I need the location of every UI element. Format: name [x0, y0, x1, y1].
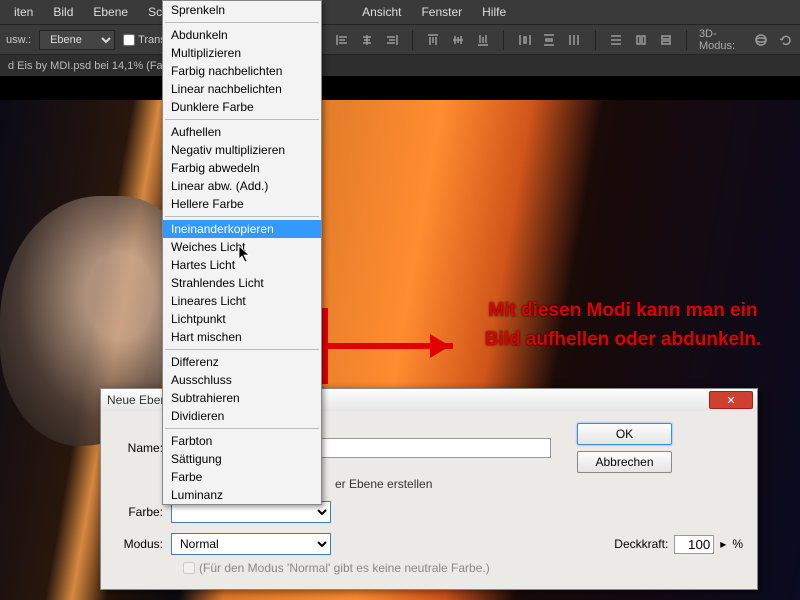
distribute-3-icon[interactable]	[566, 30, 583, 50]
mode-select[interactable]: Normal	[171, 533, 331, 555]
menu-layer[interactable]: Ebene	[83, 5, 138, 19]
mask-check-label: er Ebene erstellen	[335, 477, 432, 491]
cursor-icon	[238, 245, 252, 266]
opacity-field[interactable]	[674, 535, 714, 554]
opacity-label: Deckkraft:	[614, 537, 668, 551]
blend-mode-option[interactable]: Hellere Farbe	[163, 195, 321, 213]
ok-button[interactable]: OK	[577, 423, 672, 445]
blend-mode-option[interactable]: Hart mischen	[163, 328, 321, 346]
blend-mode-option[interactable]: Multiplizieren	[163, 44, 321, 62]
blend-mode-option[interactable]: Negativ multiplizieren	[163, 141, 321, 159]
separator	[165, 216, 319, 217]
separator	[165, 119, 319, 120]
menu-edit[interactable]: iten	[4, 5, 43, 19]
blend-mode-option[interactable]: Farbton	[163, 432, 321, 450]
blend-mode-option[interactable]: Dunklere Farbe	[163, 98, 321, 116]
opacity-unit: %	[732, 537, 743, 551]
blend-mode-option[interactable]: Linear abw. (Add.)	[163, 177, 321, 195]
blend-mode-option[interactable]: Lichtpunkt	[163, 310, 321, 328]
orbit-icon[interactable]	[752, 30, 769, 50]
usw-label: usw.:	[6, 34, 31, 46]
blend-mode-option[interactable]: Dividieren	[163, 407, 321, 425]
annotation-arrow	[320, 306, 470, 389]
trans-check[interactable]: Trans	[123, 34, 166, 46]
cancel-button[interactable]: Abbrechen	[577, 451, 672, 473]
menubar: iten Bild Ebene Schrift Ansicht Fenster …	[0, 0, 800, 24]
distribute-4-icon[interactable]	[608, 30, 625, 50]
separator	[165, 349, 319, 350]
blend-mode-option[interactable]: Lineares Licht	[163, 292, 321, 310]
distribute-v-icon[interactable]	[541, 30, 558, 50]
blend-mode-option[interactable]: Subtrahieren	[163, 389, 321, 407]
align-right-icon[interactable]	[383, 30, 400, 50]
name-label: Name:	[115, 441, 165, 455]
blend-mode-option[interactable]: Ausschluss	[163, 371, 321, 389]
close-icon[interactable]: ✕	[709, 391, 753, 409]
align-middle-icon[interactable]	[450, 30, 467, 50]
blend-mode-option[interactable]: Differenz	[163, 353, 321, 371]
menu-image[interactable]: Bild	[43, 5, 83, 19]
menu-help[interactable]: Hilfe	[472, 5, 516, 19]
align-bottom-icon[interactable]	[475, 30, 492, 50]
blend-mode-option[interactable]: Luminanz	[163, 486, 321, 504]
layer-select[interactable]: Ebene	[39, 30, 115, 50]
align-left-icon[interactable]	[333, 30, 350, 50]
distribute-h-icon[interactable]	[516, 30, 533, 50]
blend-mode-option[interactable]: Aufhellen	[163, 123, 321, 141]
blend-mode-option[interactable]: Strahlendes Licht	[163, 274, 321, 292]
distribute-5-icon[interactable]	[632, 30, 649, 50]
document-tab[interactable]: d Eis by MDI.psd bei 14,1% (Fa	[0, 54, 800, 76]
blend-mode-option[interactable]: Farbe	[163, 468, 321, 486]
blend-mode-option[interactable]: Ineinanderkopieren	[163, 220, 321, 238]
blend-mode-option[interactable]: Farbig abwedeln	[163, 159, 321, 177]
separator	[165, 22, 319, 23]
neutral-check	[183, 562, 195, 574]
blend-mode-option[interactable]: Abdunkeln	[163, 26, 321, 44]
color-label: Farbe:	[115, 505, 165, 519]
align-center-h-icon[interactable]	[358, 30, 375, 50]
blend-mode-option[interactable]: Farbig nachbelichten	[163, 62, 321, 80]
blend-mode-option[interactable]: Linear nachbelichten	[163, 80, 321, 98]
menu-view[interactable]: Ansicht	[352, 5, 411, 19]
distribute-6-icon[interactable]	[657, 30, 674, 50]
neutral-note: (Für den Modus 'Normal' gibt es keine ne…	[199, 561, 490, 575]
blend-mode-option[interactable]: Sättigung	[163, 450, 321, 468]
annotation-text: Mit diesen Modi kann man ein Bild aufhel…	[473, 296, 773, 355]
opacity-stepper-icon[interactable]: ▸	[720, 537, 726, 551]
separator	[165, 428, 319, 429]
blend-mode-option[interactable]: Sprenkeln	[163, 1, 321, 19]
mode-label: Modus:	[115, 537, 165, 551]
mode3d-label: 3D-Modus:	[699, 28, 744, 52]
menu-window[interactable]: Fenster	[411, 5, 472, 19]
options-toolbar: usw.: Ebene Trans 3D-Modus:	[0, 24, 800, 54]
align-top-icon[interactable]	[425, 30, 442, 50]
rotate-icon[interactable]	[777, 30, 794, 50]
